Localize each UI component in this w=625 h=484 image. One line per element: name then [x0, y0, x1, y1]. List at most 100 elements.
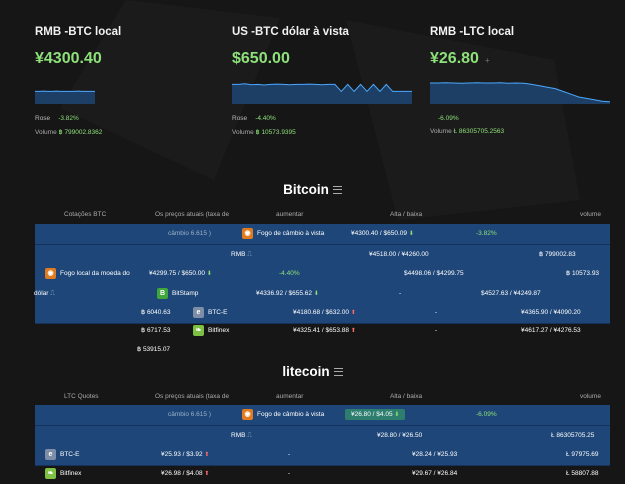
current-price: ¥26.98 / $4.08 ⬆ — [161, 464, 209, 484]
exchange-logo-icon: e — [45, 449, 56, 460]
card-price: ¥4300.40 — [35, 50, 215, 68]
market-card-rmb-ltc[interactable]: RMB -LTC local ¥26.80+ — [430, 26, 610, 104]
section-title-bitcoin: Bitcoin — [0, 182, 625, 197]
card-title: RMB -LTC local — [430, 26, 610, 38]
column-header: aumentar — [276, 211, 303, 218]
volume: Ł 86305705.25 — [551, 426, 594, 446]
column-header: volume — [580, 211, 601, 218]
chart-icon: ⎍ — [50, 290, 55, 297]
table-row[interactable]: ◉Fogo local da moeda do ¥4299.75 / $650.… — [35, 264, 610, 285]
exchange-name: eBTC-E — [45, 445, 80, 465]
exchange-logo-icon: ◉ — [45, 268, 56, 279]
chart-icon: ⎍ — [247, 432, 252, 439]
exchange-name: BBitStamp — [157, 284, 198, 304]
table-row[interactable]: ❧Bitfinex ¥26.98 / $4.08 ⬆ - ¥29.67 / ¥2… — [35, 464, 610, 484]
arrow-down-icon: ⬇ — [207, 271, 212, 277]
sparkline-chart — [430, 76, 610, 104]
exchange-name: ◉Fogo de câmbio à vista — [242, 224, 324, 244]
high-low: $4527.63 / ¥4249.87 — [481, 284, 541, 304]
column-header: Os preços atuais (taxa de — [155, 211, 229, 218]
exchange-logo-icon: B — [157, 288, 168, 299]
arrow-up-icon: ⬆ — [351, 310, 356, 316]
price-change: - — [288, 464, 290, 484]
current-price: ¥4300.40 / $650.09 ⬇ — [351, 224, 414, 244]
price-change: - — [435, 321, 437, 341]
table-row[interactable]: câmbio 6.615 ) ◉Fogo de câmbio à vista ¥… — [35, 405, 610, 426]
exchange-rate: câmbio 6.615 ) — [168, 224, 211, 244]
table-row[interactable]: ฿ 6717.53 ❧Bitfinex ¥4325.41 / $653.88 ⬆… — [35, 321, 610, 341]
section-title-litecoin: litecoin — [0, 364, 625, 379]
card-price: $650.00 — [232, 50, 412, 68]
column-header: Os preços atuais (taxa de — [155, 393, 229, 400]
table-row[interactable]: RMB ⎍ ¥28.80 / ¥26.50 Ł 86305705.25 — [35, 426, 610, 447]
sparkline-area — [35, 91, 95, 104]
card-title: US -BTC dólar à vista — [232, 26, 412, 38]
column-header: Alta / baixa — [390, 211, 422, 218]
sparkline-area — [430, 83, 610, 104]
price-change: - — [288, 445, 290, 465]
exchange-logo-icon: e — [193, 307, 204, 318]
exchange-name: ◉Fogo local da moeda do — [45, 264, 130, 284]
volume: ฿ 799002.83 — [539, 245, 576, 265]
card-volume: Volume ฿ 10573.9395 — [232, 128, 296, 136]
card-rose: Rose-3.82% — [35, 115, 79, 122]
exchange-name: ◉Fogo de câmbio à vista — [242, 405, 324, 425]
high-low: ¥29.67 / ¥26.84 — [412, 464, 457, 484]
arrow-down-icon: ⬇ — [314, 291, 319, 297]
sparkline-chart — [232, 76, 412, 104]
current-price: ¥26.80 / $4.05 ⬇ — [345, 405, 405, 425]
menu-icon[interactable] — [334, 368, 343, 376]
card-rose: -6.09% — [430, 115, 459, 122]
card-rose: Rose-4.40% — [232, 115, 276, 122]
arrow-up-icon: ⬆ — [204, 452, 209, 458]
exchange-name: eBTC-E — [193, 303, 228, 323]
exchange-name: RMB ⎍ — [231, 245, 252, 265]
sparkline-chart — [35, 76, 95, 104]
column-header: Alta / baixa — [390, 393, 422, 400]
table-row[interactable]: dólar ⎍ BBitStamp ¥4336.92 / $655.62 ⬇ -… — [35, 284, 610, 305]
card-volume: Volume Ł 86305705.2563 — [430, 128, 504, 135]
market-card-rmb-btc[interactable]: RMB -BTC local ¥4300.40 — [35, 26, 215, 104]
price-change: -4.40% — [279, 264, 300, 284]
column-header: LTC Quotes — [64, 393, 99, 400]
current-price: ¥4325.41 / $653.88 ⬆ — [293, 321, 356, 341]
exchange-rate: câmbio 6.615 ) — [168, 405, 211, 425]
exchange-name: ❧Bitfinex — [193, 321, 229, 341]
arrow-up-icon: ⬆ — [351, 328, 356, 334]
volume: Ł 97975.69 — [566, 445, 599, 465]
exchange-logo-icon: ◉ — [242, 409, 253, 420]
table-row[interactable]: eBTC-E ¥25.93 / $3.92 ⬆ - ¥28.24 / ¥25.9… — [35, 445, 610, 466]
price-change: - — [435, 303, 437, 323]
table-row[interactable]: câmbio 6.615 ) ◉Fogo de câmbio à vista ¥… — [35, 224, 610, 245]
price-change: -6.09% — [476, 405, 497, 425]
volume: ฿ 6717.53 — [141, 321, 170, 341]
exchange-logo-icon: ❧ — [193, 325, 204, 336]
exchange-logo-icon: ❧ — [45, 468, 56, 479]
table-row[interactable]: RMB ⎍ ¥4518.00 / ¥4260.00 ฿ 799002.83 — [35, 245, 610, 266]
high-low: ¥4365.90 / ¥4090.20 — [521, 303, 581, 323]
current-price: ¥4299.75 / $650.00 ⬇ — [149, 264, 212, 284]
volume: Ł 58807.88 — [566, 464, 599, 484]
column-header: volume — [580, 393, 601, 400]
high-low: ¥4518.00 / ¥4260.00 — [369, 245, 429, 265]
menu-icon[interactable] — [333, 186, 342, 194]
exchange-name: ❧Bitfinex — [45, 464, 81, 484]
exchange-logo-icon: ◉ — [242, 228, 253, 239]
volume: ฿ 53915.07 — [137, 345, 170, 353]
current-price: ¥25.93 / $3.92 ⬆ — [161, 445, 209, 465]
arrow-down-icon: ⬇ — [409, 231, 414, 237]
volume: ฿ 10573.93 — [566, 264, 599, 284]
current-price: ¥4180.68 / $632.00 ⬆ — [293, 303, 356, 323]
high-low: $4498.06 / $4299.75 — [404, 264, 464, 284]
exchange-name: RMB ⎍ — [231, 426, 252, 446]
current-price: ¥4336.92 / $655.62 ⬇ — [256, 284, 319, 304]
sparkline-area — [232, 84, 412, 104]
arrow-up-icon: ⬆ — [204, 471, 209, 477]
card-volume: Volume ฿ 799002.8362 — [35, 128, 102, 136]
column-header: aumentar — [276, 393, 303, 400]
market-card-us-btc[interactable]: US -BTC dólar à vista $650.00 — [232, 26, 412, 104]
high-low: ¥4617.27 / ¥4276.53 — [521, 321, 581, 341]
price-change: -3.82% — [476, 224, 497, 244]
column-header: Cotações BTC — [64, 211, 106, 218]
volume: ฿ 6040.63 — [141, 303, 170, 323]
